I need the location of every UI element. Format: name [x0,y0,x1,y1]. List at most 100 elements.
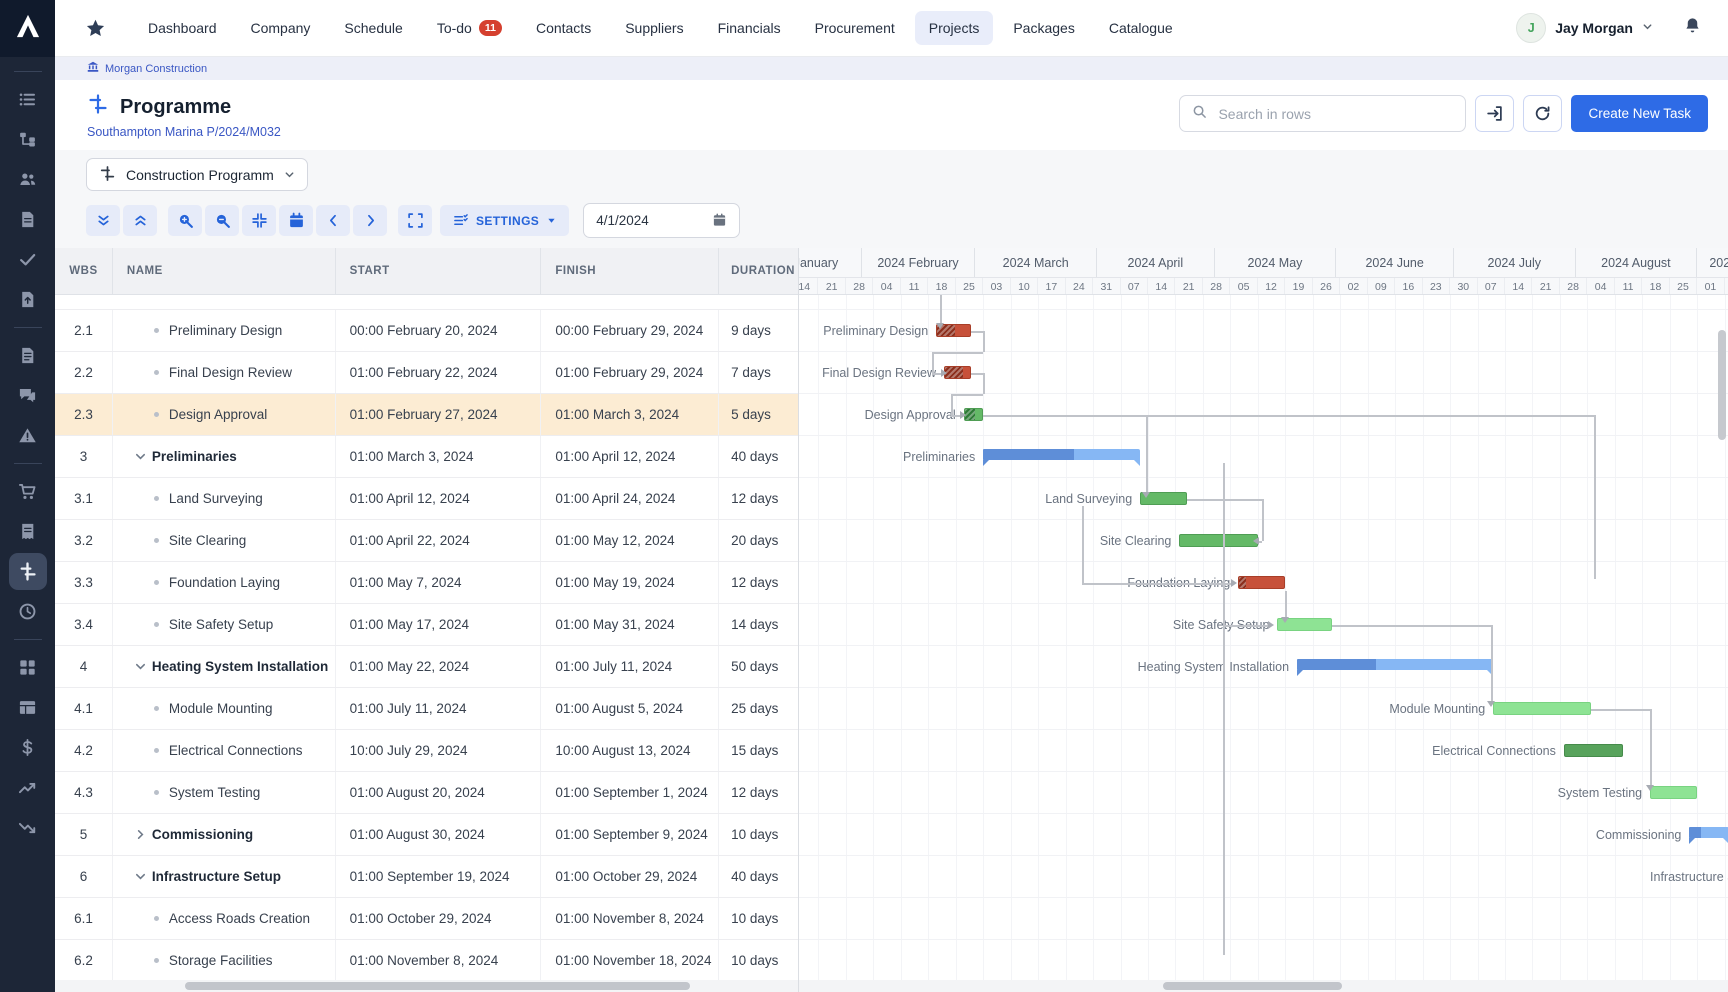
table-row-site-safety-setup[interactable]: 3.4 Site Safety Setup 01:00 May 17, 2024 01… [55,604,798,646]
gantt-scroll-thumb[interactable] [1163,982,1342,990]
gantt-bar-electrical-connections[interactable] [1563,744,1623,757]
table-row-commissioning[interactable]: 5 Commissioning 01:00 August 30, 2024 01:00… [55,814,798,856]
column-header-name[interactable]: NAME [111,248,335,294]
user-menu[interactable]: J Jay Morgan [1516,13,1653,43]
column-header-start[interactable]: START [334,248,541,294]
table-row-storage-facilities[interactable]: 6.2 Storage Facilities 01:00 November 8, 2… [55,940,798,982]
chevron-down-icon[interactable] [134,870,147,883]
chevron-right-icon[interactable] [134,828,147,841]
table-row-land-surveying[interactable]: 3.1 Land Surveying 01:00 April 12, 2024 01:… [55,478,798,520]
create-new-task-button[interactable]: Create New Task [1571,95,1708,132]
notifications-bell-icon[interactable] [1683,16,1702,40]
gantt-bar-design-approval[interactable] [963,408,984,421]
gantt-bar-heating-system-installation[interactable] [1297,659,1494,676]
table-scroll-thumb[interactable] [185,982,690,990]
refresh-button[interactable] [1523,95,1563,132]
export-button[interactable] [1475,95,1515,132]
nav-item-financials[interactable]: Financials [704,11,795,45]
chevrons-up-button[interactable] [123,205,157,236]
sidebar-item-cart[interactable] [9,473,47,510]
sidebar-item-gantt[interactable] [8,553,47,590]
zoom-in-button[interactable] [168,205,202,236]
table-row-module-mounting[interactable]: 4.1 Module Mounting 01:00 July 11, 2024 01:… [55,688,798,730]
table-row-system-testing[interactable]: 4.3 System Testing 01:00 August 20, 2024 01… [55,772,798,814]
sidebar-item-document[interactable] [9,201,47,238]
table-row-final-design-review[interactable]: 2.2 Final Design Review 01:00 February 22,… [55,352,798,394]
nav-item-contacts[interactable]: Contacts [522,11,605,45]
chevrons-up-icon [132,212,149,229]
column-header-duration[interactable]: DURATION [718,248,798,294]
chevron-right-button[interactable] [353,205,387,236]
sidebar-item-grid[interactable] [9,649,47,686]
view-selector-dropdown[interactable]: Construction Programm [86,158,308,191]
user-name: Jay Morgan [1555,20,1633,36]
table-row-design-approval[interactable]: 2.3 Design Approval 01:00 February 27, 202… [55,394,798,436]
nav-item-projects[interactable]: Projects [914,11,994,45]
table-row-electrical-connections[interactable]: 4.2 Electrical Connections 10:00 July 29, … [55,730,798,772]
gantt-bar-preliminaries[interactable] [983,449,1141,466]
gantt-vertical-scroll-thumb[interactable] [1718,330,1726,440]
nav-item-catalogue[interactable]: Catalogue [1095,11,1187,45]
avatar: J [1516,13,1547,43]
chevrons-down-button[interactable] [86,205,120,236]
sidebar-item-table[interactable] [9,689,47,726]
calendar-button[interactable] [279,205,313,236]
nav-item-schedule[interactable]: Schedule [330,11,416,45]
sidebar-item-workflow[interactable] [9,121,47,158]
task-name: Site Safety Setup [168,617,274,632]
sidebar-item-clock[interactable] [9,593,47,630]
gantt-bar-commissioning[interactable] [1689,827,1728,844]
sidebar-item-team[interactable] [9,161,47,198]
leaf-task-dot [153,622,159,627]
sidebar-item-list[interactable] [9,81,47,118]
column-header-finish[interactable]: FINISH [540,248,718,294]
cell-start: 01:00 May 7, 2024 [334,562,541,603]
gantt-body: Preliminary Design Final Design Review Des… [799,295,1728,992]
cell-wbs: 3.2 [74,533,93,548]
sidebar-item-trend-down[interactable] [9,809,47,846]
chevron-left-button[interactable] [316,205,350,236]
app-logo[interactable] [0,0,55,57]
favorites-star-icon[interactable] [85,18,106,39]
sidebar-item-file-upload[interactable] [9,281,47,318]
sidebar-item-dollar[interactable] [9,729,47,766]
gantt-bar-final-design-review[interactable] [943,366,972,379]
fullscreen-button[interactable] [398,205,432,236]
table-row-site-clearing[interactable]: 3.2 Site Clearing 01:00 April 22, 2024 01:0… [55,520,798,562]
gantt-bar-site-clearing[interactable] [1179,534,1258,547]
cell-finish: 01:00 November 8, 2024 [540,898,718,939]
search-input[interactable] [1216,104,1454,123]
chevron-down-icon[interactable] [134,450,147,463]
table-row-access-roads-creation[interactable]: 6.1 Access Roads Creation 01:00 October 29… [55,898,798,940]
table-row-preliminary-design[interactable]: 2.1 Preliminary Design 00:00 February 20, … [55,310,798,352]
gantt-row-line [799,939,1728,940]
nav-item-to-do[interactable]: To-do 11 [423,11,516,46]
breadcrumb-label[interactable]: Morgan Construction [105,63,207,75]
table-row-preliminaries[interactable]: 3 Preliminaries 01:00 March 3, 2024 01:00 A… [55,436,798,478]
nav-item-packages[interactable]: Packages [999,11,1088,45]
sidebar-item-chat[interactable] [9,377,47,414]
nav-item-suppliers[interactable]: Suppliers [611,11,697,45]
table-row-foundation-laying[interactable]: 3.3 Foundation Laying 01:00 May 7, 2024 01:… [55,562,798,604]
gantt-gridline [1395,295,1397,992]
zoom-out-button[interactable] [205,205,239,236]
settings-button[interactable]: SETTINGS [440,205,570,236]
nav-item-dashboard[interactable]: Dashboard [134,11,231,45]
table-row-heating-system-installation[interactable]: 4 Heating System Installation 01:00 May 22… [55,646,798,688]
sidebar-item-page[interactable] [9,337,47,374]
fit-button[interactable] [242,205,276,236]
gantt-bar-foundation-laying[interactable] [1238,576,1286,589]
dependency-arrow [1646,785,1654,791]
sidebar-item-warning[interactable] [9,417,47,454]
nav-item-procurement[interactable]: Procurement [801,11,909,45]
column-header-wbs[interactable]: WBS [55,248,112,294]
chevron-down-icon[interactable] [134,660,147,673]
date-picker[interactable]: 4/1/2024 [583,203,741,238]
gantt-bar-module-mounting[interactable] [1493,702,1592,715]
gantt-bar-system-testing[interactable] [1650,786,1698,799]
nav-item-company[interactable]: Company [237,11,325,45]
sidebar-item-check[interactable] [9,241,47,278]
table-row-infrastructure-setup[interactable]: 6 Infrastructure Setup 01:00 September 19,… [55,856,798,898]
sidebar-item-trend-up[interactable] [9,769,47,806]
sidebar-item-invoice[interactable] [9,513,47,550]
